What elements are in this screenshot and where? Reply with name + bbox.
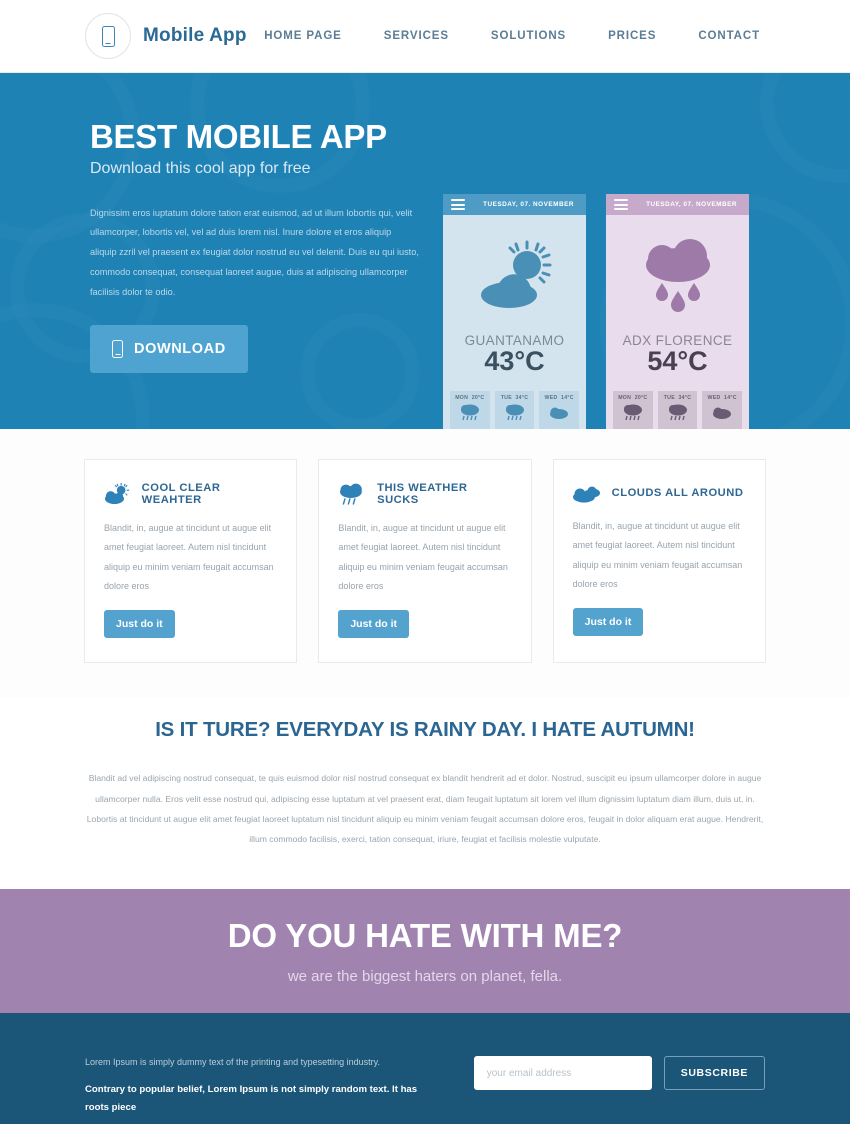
phone-temperature: 43°C xyxy=(484,346,545,376)
nav-item-prices[interactable]: PRICES xyxy=(608,30,656,42)
phone-status-bar: TUESDAY, 07. NOVEMBER xyxy=(606,194,749,215)
feature-card: CLOUDS ALL AROUND Blandit, in, augue at … xyxy=(552,459,766,664)
feature-card-body: Blandit, in, augue at tincidunt ut augue… xyxy=(338,523,508,592)
mobile-phone-icon xyxy=(101,25,115,47)
rain-cloud-icon xyxy=(606,215,749,333)
cloud-icon xyxy=(713,407,732,419)
cta-subtitle: we are the biggest haters on planet, fel… xyxy=(287,968,563,986)
phone-temperature: 54°C xyxy=(647,346,708,376)
hamburger-menu-icon[interactable] xyxy=(614,199,628,210)
feature-card-header: COOL CLEAR WEAHTER xyxy=(104,482,277,506)
sun-behind-cloud-icon xyxy=(443,215,586,333)
hamburger-menu-icon[interactable] xyxy=(451,199,465,210)
download-button-label: DOWNLOAD xyxy=(134,340,226,357)
sun-behind-cloud-icon xyxy=(104,483,130,505)
mobile-phone-icon xyxy=(112,339,123,358)
phone-forecast-row: MON 20°C TUE 34°C WED 14°C xyxy=(606,377,749,429)
phone-date: TUESDAY, 07. NOVEMBER xyxy=(483,201,574,208)
email-input[interactable] xyxy=(473,1056,652,1091)
main-navigation: HOME PAGE SERVICES SOLUTIONS PRICES CONT… xyxy=(264,30,765,42)
hero-section: BEST MOBILE APP Download this cool app f… xyxy=(0,73,850,429)
phone-status-bar: TUESDAY, 07. NOVEMBER xyxy=(443,194,586,215)
hero-text-block: BEST MOBILE APP Download this cool app f… xyxy=(90,118,445,373)
footer-text-block: Lorem Ipsum is simply dummy text of the … xyxy=(85,1055,434,1116)
rain-cloud-icon xyxy=(460,404,479,421)
middle-paragraph: Blandit ad vel adipiscing nostrud conseq… xyxy=(86,773,764,844)
subscribe-form: SUBSCRIBE xyxy=(473,1056,765,1091)
forecast-item: WED 14°C xyxy=(539,391,580,429)
download-button[interactable]: DOWNLOAD xyxy=(90,324,248,373)
page-root: Mobile App HOME PAGE SERVICES SOLUTIONS … xyxy=(0,0,850,1124)
middle-title: IS IT TURE? EVERYDAY IS RAINY DAY. I HAT… xyxy=(155,718,695,742)
forecast-item: TUE 34°C xyxy=(494,391,535,429)
hero-title: BEST MOBILE APP xyxy=(90,118,387,155)
logo-text: Mobile App xyxy=(143,25,247,46)
subscribe-button[interactable]: SUBSCRIBE xyxy=(663,1056,765,1091)
phone-mockup-adx-florence: TUESDAY, 07. NOVEMBER ADX FLORENCE 54°C … xyxy=(606,194,749,429)
forecast-temp: 14°C xyxy=(724,395,737,401)
feature-card-body: Blandit, in, augue at tincidunt ut augue… xyxy=(572,521,743,590)
phone-mockups: TUESDAY, 07. NOVEMBER GUANTANAMO 43°C MO… xyxy=(443,194,749,429)
rain-cloud-icon xyxy=(340,483,363,505)
nav-item-home-page[interactable]: HOME PAGE xyxy=(264,30,342,42)
rain-cloud-icon xyxy=(668,404,687,421)
forecast-item: TUE 34°C xyxy=(657,391,698,429)
phone-mockup-guantanamo: TUESDAY, 07. NOVEMBER GUANTANAMO 43°C MO… xyxy=(443,194,586,429)
nav-item-contact[interactable]: CONTACT xyxy=(698,30,760,42)
rain-cloud-icon xyxy=(505,404,524,421)
forecast-day: MON xyxy=(618,395,632,401)
forecast-temp: 34°C xyxy=(515,395,529,401)
feature-card-title: CLOUDS ALL AROUND xyxy=(611,487,744,499)
hero-subtitle: Download this cool app for free xyxy=(90,159,311,177)
footer-paragraph-1: Lorem Ipsum is simply dummy text of the … xyxy=(85,1057,380,1068)
feature-card: THIS WEATHER SUCKS Blandit, in, augue at… xyxy=(318,459,532,664)
feature-card-title: COOL CLEAR WEAHTER xyxy=(141,482,221,506)
forecast-temp: 34°C xyxy=(678,395,692,401)
feature-card-body: Blandit, in, augue at tincidunt ut augue… xyxy=(104,523,274,592)
forecast-item: MON 20°C xyxy=(613,391,653,429)
forecast-day: TUE xyxy=(500,395,512,401)
forecast-temp: 14°C xyxy=(561,395,574,401)
feature-card-header: THIS WEATHER SUCKS xyxy=(338,482,511,506)
forecast-day: WED xyxy=(544,395,558,401)
feature-card: COOL CLEAR WEAHTER Blandit, in, augue at… xyxy=(84,459,298,664)
clouds-icon xyxy=(572,486,600,503)
just-do-it-button[interactable]: Just do it xyxy=(104,610,175,639)
cloud-icon xyxy=(550,407,569,419)
forecast-day: WED xyxy=(707,395,721,401)
forecast-item: WED 14°C xyxy=(702,391,743,429)
forecast-temp: 20°C xyxy=(634,395,648,401)
footer-top-row: Lorem Ipsum is simply dummy text of the … xyxy=(0,1013,850,1116)
hero-paragraph: Dignissim eros iuptatum dolore tation er… xyxy=(90,207,419,297)
nav-item-solutions[interactable]: SOLUTIONS xyxy=(491,30,566,42)
site-footer: Lorem Ipsum is simply dummy text of the … xyxy=(0,1013,850,1124)
forecast-day: MON xyxy=(455,395,469,401)
rain-cloud-icon xyxy=(623,404,642,421)
middle-section: IS IT TURE? EVERYDAY IS RAINY DAY. I HAT… xyxy=(0,698,850,890)
forecast-temp: 20°C xyxy=(471,395,485,401)
feature-card-header: CLOUDS ALL AROUND xyxy=(572,482,746,504)
logo-circle xyxy=(85,13,131,59)
logo[interactable]: Mobile App xyxy=(85,13,247,59)
feature-cards-section: COOL CLEAR WEAHTER Blandit, in, augue at… xyxy=(0,429,850,699)
site-header: Mobile App HOME PAGE SERVICES SOLUTIONS … xyxy=(0,0,850,73)
forecast-day: TUE xyxy=(663,395,675,401)
footer-paragraph-2: Contrary to popular belief, Lorem Ipsum … xyxy=(85,1084,418,1113)
just-do-it-button[interactable]: Just do it xyxy=(572,608,644,637)
nav-item-services[interactable]: SERVICES xyxy=(384,30,449,42)
feature-card-title: THIS WEATHER SUCKS xyxy=(377,482,468,506)
forecast-item: MON 20°C xyxy=(450,391,490,429)
just-do-it-button[interactable]: Just do it xyxy=(338,610,409,639)
cta-title: DO YOU HATE WITH ME? xyxy=(227,917,623,955)
phone-date: TUESDAY, 07. NOVEMBER xyxy=(646,201,737,208)
phone-forecast-row: MON 20°C TUE 34°C WED 14°C xyxy=(443,377,586,429)
cta-section: DO YOU HATE WITH ME? we are the biggest … xyxy=(0,889,850,1036)
